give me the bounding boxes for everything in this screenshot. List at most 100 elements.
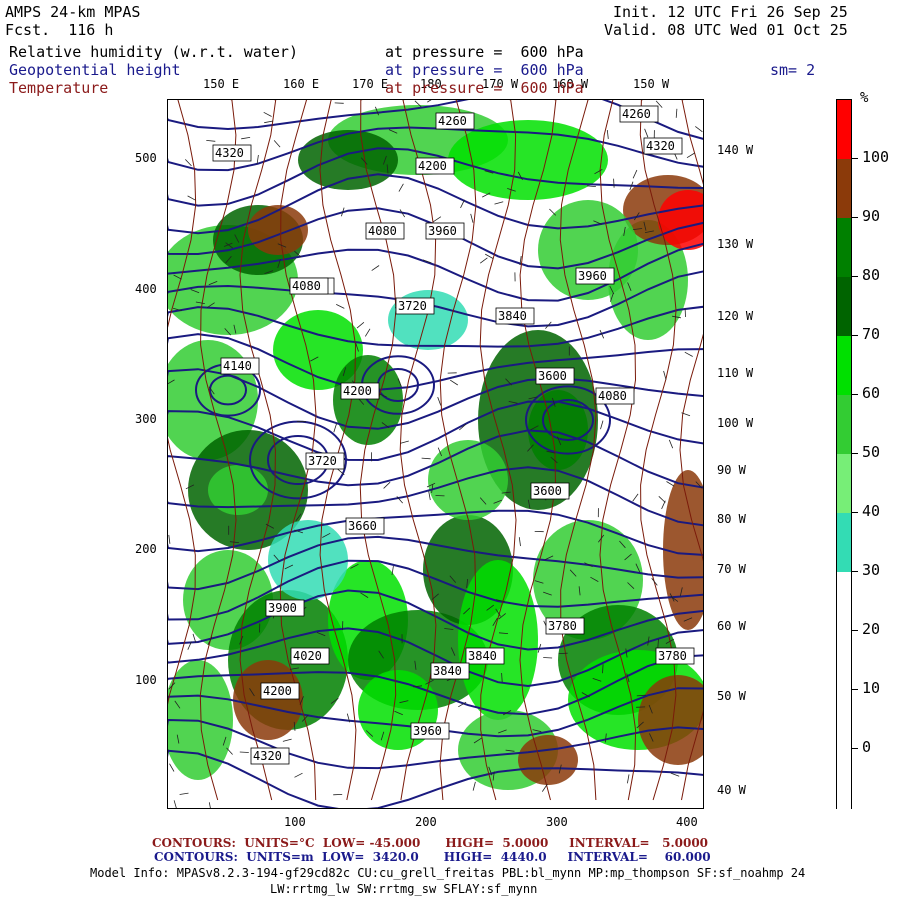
colorbar-tick <box>852 217 858 218</box>
colorbar <box>836 99 852 809</box>
height-contour-label: 3960 <box>428 224 457 238</box>
gph-field-name: Geopotential height <box>9 61 181 79</box>
wind-barb <box>695 126 703 133</box>
wind-barb <box>264 120 274 124</box>
colorbar-tick <box>852 276 858 277</box>
height-contour-label: 3900 <box>268 601 297 615</box>
wind-barb <box>449 379 459 386</box>
height-contour-info: CONTOURS: UNITS=m LOW= 3420.0 HIGH= 4440… <box>154 850 711 864</box>
height-contour-label: 4200 <box>263 684 292 698</box>
wind-barb <box>485 253 494 259</box>
colorbar-tick <box>852 630 858 631</box>
wind-barb <box>433 216 442 223</box>
colorbar-bin <box>837 395 851 455</box>
wind-barb <box>192 633 197 643</box>
right-longitude-label: 70 W <box>717 562 746 576</box>
colorbar-tick <box>852 335 858 336</box>
height-contour-label: 3840 <box>498 309 527 323</box>
wind-barb <box>658 496 666 503</box>
colorbar-label: 0 <box>862 738 872 756</box>
colorbar-label: 50 <box>862 443 881 461</box>
humidity-area <box>518 735 578 785</box>
wind-barb <box>282 738 292 742</box>
colorbar-tick <box>852 748 858 749</box>
wind-barb <box>632 493 639 502</box>
wind-barb <box>632 169 638 179</box>
height-contour-label: 3840 <box>468 649 497 663</box>
height-contour-label: 4080 <box>368 224 397 238</box>
top-longitude-label: 160 E <box>283 77 320 91</box>
x-tick-label: 400 <box>676 815 698 829</box>
wind-barb <box>294 772 303 778</box>
right-longitude-label: 90 W <box>717 463 746 477</box>
wind-barb <box>263 111 272 117</box>
colorbar-label: 40 <box>862 502 881 520</box>
y-tick-label: 100 <box>135 673 157 687</box>
wind-barb <box>586 185 596 187</box>
height-contour-label: 4140 <box>223 359 252 373</box>
colorbar-bin <box>837 572 851 632</box>
colorbar-label: 80 <box>862 266 881 284</box>
wind-barb <box>333 423 337 433</box>
temp-field-name: Temperature <box>9 79 109 97</box>
model-title: AMPS 24-km MPAS <box>5 3 141 21</box>
wind-barb <box>336 304 345 309</box>
colorbar-tick <box>852 158 858 159</box>
wind-barb <box>241 137 251 140</box>
height-contour-label: 4080 <box>292 279 321 293</box>
wind-barb <box>675 108 678 118</box>
height-contour-label: 3600 <box>533 484 562 498</box>
colorbar-bin <box>837 454 851 514</box>
wind-barb <box>398 183 404 192</box>
y-tick-label: 400 <box>135 282 157 296</box>
right-longitude-label: 110 W <box>717 366 754 380</box>
colorbar-bin <box>837 690 851 750</box>
wind-barb <box>644 128 649 138</box>
height-contour-label: 3840 <box>433 664 462 678</box>
wind-barb <box>364 328 371 337</box>
wind-barb <box>273 140 281 148</box>
colorbar-label: 90 <box>862 207 881 225</box>
y-tick-label: 300 <box>135 412 157 426</box>
humidity-area <box>248 205 308 255</box>
top-longitude-label: 150 W <box>633 77 670 91</box>
colorbar-bin <box>837 100 851 160</box>
height-contour-label: 4260 <box>438 114 467 128</box>
colorbar-label: 70 <box>862 325 881 343</box>
right-longitude-label: 60 W <box>717 619 746 633</box>
y-tick-label: 200 <box>135 542 157 556</box>
wind-barb <box>663 370 667 380</box>
wind-barb <box>686 152 695 159</box>
height-contour-label: 3960 <box>413 724 442 738</box>
colorbar-tick <box>852 689 858 690</box>
wind-barb <box>543 657 553 659</box>
wind-barb <box>169 763 175 772</box>
y-tick-label: 500 <box>135 151 157 165</box>
wind-barb <box>494 201 504 205</box>
height-contour-label: 3960 <box>578 269 607 283</box>
height-contour-label: 4200 <box>343 384 372 398</box>
wind-barb <box>613 178 615 188</box>
wind-barb <box>239 751 249 753</box>
right-longitude-label: 100 W <box>717 416 754 430</box>
x-tick-label: 100 <box>284 815 306 829</box>
wind-barb <box>206 140 216 142</box>
wind-barb <box>185 159 192 167</box>
temp-field-level: at pressure = 600 hPa <box>385 79 584 97</box>
wind-barb <box>606 129 609 139</box>
colorbar-bin <box>837 513 851 573</box>
wind-barb <box>600 420 604 430</box>
height-contour-label: 3720 <box>308 454 337 468</box>
height-contour-label: 4320 <box>215 146 244 160</box>
height-contour <box>168 749 703 808</box>
humidity-area <box>298 130 398 190</box>
colorbar-label: 100 <box>862 148 890 166</box>
height-contour-label: 4320 <box>253 749 282 763</box>
wind-barb <box>670 772 680 777</box>
wind-barb <box>472 781 476 791</box>
wind-barb <box>421 457 431 460</box>
forecast-hour: Fcst. 116 h <box>5 21 114 39</box>
top-longitude-label: 150 E <box>203 77 240 91</box>
wind-barb <box>470 213 474 223</box>
colorbar-label: 60 <box>862 384 881 402</box>
